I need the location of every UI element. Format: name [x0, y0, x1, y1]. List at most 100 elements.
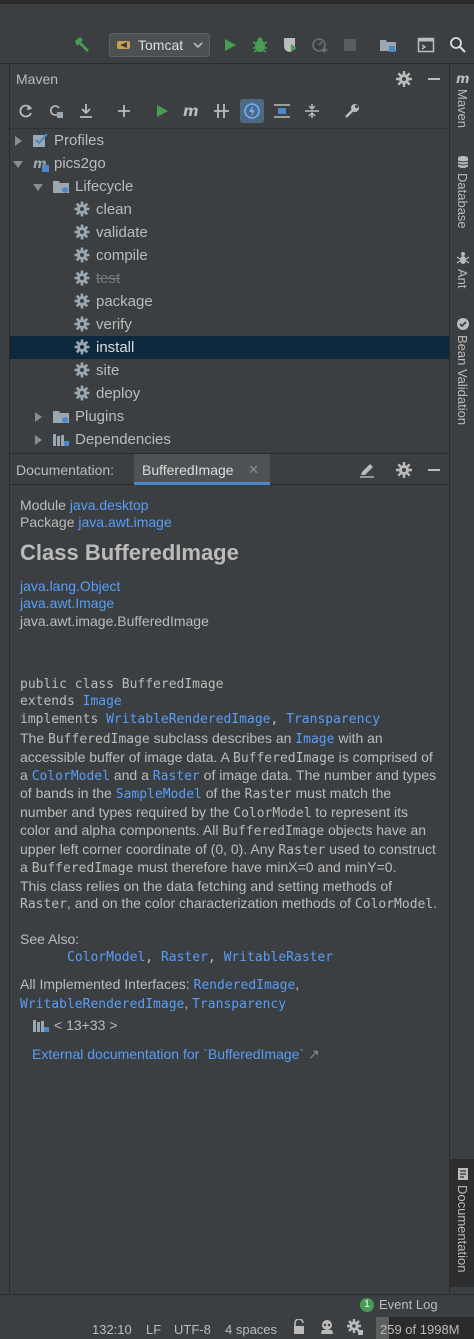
- side-tab-database[interactable]: Database: [450, 155, 474, 229]
- goal-package[interactable]: package: [10, 290, 449, 313]
- minimize-icon[interactable]: [422, 458, 446, 482]
- interface-link[interactable]: WritableRenderedImage: [20, 997, 184, 1012]
- chevron-down-icon[interactable]: [32, 181, 44, 193]
- run-config-selector[interactable]: Tomcat: [109, 33, 210, 57]
- side-tab-ant[interactable]: Ant: [450, 251, 474, 289]
- implements-link[interactable]: WritableRenderedImage: [106, 712, 270, 727]
- tab-bufferedimage[interactable]: BufferedImage ✕: [134, 454, 270, 485]
- desc-link[interactable]: ColorModel: [32, 769, 110, 784]
- project-structure-icon[interactable]: [376, 33, 400, 57]
- goal-install[interactable]: install: [10, 336, 449, 359]
- see-also-link[interactable]: Raster: [161, 950, 208, 965]
- goal-site[interactable]: site: [10, 359, 449, 382]
- profile-icon[interactable]: [308, 33, 332, 57]
- chevron-right-icon[interactable]: [12, 135, 24, 147]
- chevron-down-icon[interactable]: [12, 158, 24, 170]
- gear-icon: [74, 339, 92, 357]
- hierarchy-link-image[interactable]: java.awt.Image: [20, 595, 439, 612]
- documentation-content: Module java.desktop Package java.awt.ima…: [10, 485, 449, 1294]
- tree-item-label: site: [96, 362, 120, 379]
- gear-icon: [74, 293, 92, 311]
- tree-item-profiles[interactable]: Profiles: [10, 129, 449, 152]
- desc-code: BufferedImage: [48, 732, 150, 748]
- line-separator[interactable]: LF: [146, 1322, 161, 1337]
- indent-setting[interactable]: 4 spaces: [225, 1322, 277, 1337]
- run-icon[interactable]: [218, 33, 242, 57]
- goal-test[interactable]: test: [10, 267, 449, 290]
- desc-link[interactable]: Image: [295, 732, 334, 747]
- generate-sources-icon[interactable]: [44, 99, 68, 123]
- tree-item-label: test: [96, 270, 121, 287]
- terminal-icon[interactable]: [414, 33, 438, 57]
- extends-link[interactable]: Image: [83, 694, 122, 709]
- coverage-icon[interactable]: [278, 33, 302, 57]
- desc-link[interactable]: SampleModel: [116, 787, 202, 802]
- goal-verify[interactable]: verify: [10, 313, 449, 336]
- interface-link[interactable]: RenderedImage: [194, 978, 296, 993]
- chevron-right-icon[interactable]: [32, 411, 44, 423]
- external-doc-link[interactable]: External documentation for `BufferedImag…: [32, 1046, 304, 1062]
- see-also-link[interactable]: WritableRaster: [224, 950, 334, 965]
- goal-compile[interactable]: compile: [10, 244, 449, 267]
- search-icon[interactable]: [446, 33, 470, 57]
- side-tab-label: Ant: [455, 269, 470, 289]
- collapse-icon[interactable]: [300, 99, 324, 123]
- run-config-icon: [116, 37, 132, 53]
- settings-wrench-icon[interactable]: [340, 99, 364, 123]
- goal-validate[interactable]: validate: [10, 221, 449, 244]
- interface-link[interactable]: Transparency: [192, 997, 286, 1012]
- event-log-button[interactable]: 1 Event Log: [360, 1297, 438, 1312]
- minimize-icon[interactable]: [422, 67, 446, 91]
- file-encoding[interactable]: UTF-8: [174, 1322, 211, 1337]
- svg-text:m: m: [183, 103, 199, 119]
- tree-item-dependencies[interactable]: Dependencies: [10, 428, 449, 451]
- side-tab-maven[interactable]: m Maven: [450, 71, 474, 128]
- tree-item-project[interactable]: m pics2go: [10, 152, 449, 175]
- show-dependencies-icon[interactable]: [270, 99, 294, 123]
- side-tab-documentation[interactable]: Documentation: [450, 1159, 474, 1287]
- desc-code: BufferedImage: [31, 861, 134, 877]
- see-also-section: See Also: ColorModel, Raster, WritableRa…: [20, 931, 439, 966]
- side-tab-bean-validation[interactable]: Bean Validation: [450, 317, 474, 425]
- offline-icon[interactable]: [240, 99, 264, 123]
- implements-link[interactable]: Transparency: [286, 712, 380, 727]
- lock-icon[interactable]: [292, 1319, 306, 1335]
- hierarchy-link-object[interactable]: java.lang.Object: [20, 578, 439, 595]
- tree-item-plugins[interactable]: Plugins: [10, 405, 449, 428]
- caret-position[interactable]: 132:10: [92, 1322, 132, 1337]
- reload-icon[interactable]: [14, 99, 38, 123]
- gear-icon[interactable]: [392, 67, 416, 91]
- desc-code: ColorModel: [354, 896, 434, 912]
- ant-icon: [456, 251, 470, 265]
- power-save-icon[interactable]: [346, 1318, 364, 1336]
- maven-title: Maven: [16, 71, 59, 87]
- stop-icon[interactable]: [338, 33, 362, 57]
- edit-source-icon[interactable]: [355, 458, 379, 482]
- execute-goal-icon[interactable]: m: [180, 99, 204, 123]
- inspector-icon[interactable]: [318, 1318, 336, 1336]
- debug-icon[interactable]: [248, 33, 272, 57]
- tree-item-label: pics2go: [54, 155, 106, 172]
- maven-tool-window: Maven m Profiles m pics2go Lifecycle cle…: [10, 65, 449, 453]
- documentation-header: Documentation: BufferedImage ✕: [10, 453, 449, 485]
- tree-item-label: Plugins: [75, 408, 125, 425]
- toggle-skip-tests-icon[interactable]: [210, 99, 234, 123]
- class-description: The BufferedImage subclass describes an …: [20, 730, 439, 913]
- see-also-link[interactable]: ColorModel: [67, 950, 145, 965]
- side-tab-label: Bean Validation: [455, 335, 470, 426]
- download-icon[interactable]: [74, 99, 98, 123]
- goal-deploy[interactable]: deploy: [10, 382, 449, 405]
- memory-indicator[interactable]: 259 of 1998M: [376, 1317, 474, 1339]
- desc-link[interactable]: Raster: [153, 769, 200, 784]
- package-link[interactable]: java.awt.image: [78, 514, 171, 530]
- build-hammer-icon[interactable]: [70, 33, 94, 57]
- add-icon[interactable]: [112, 99, 136, 123]
- module-link[interactable]: java.desktop: [70, 497, 149, 513]
- chevron-right-icon[interactable]: [32, 434, 44, 446]
- goal-clean[interactable]: clean: [10, 198, 449, 221]
- run-maven-icon[interactable]: [150, 99, 174, 123]
- tree-item-lifecycle[interactable]: Lifecycle: [10, 175, 449, 198]
- gear-icon[interactable]: [392, 458, 416, 482]
- gear-icon: [74, 224, 92, 242]
- close-icon[interactable]: ✕: [248, 462, 259, 478]
